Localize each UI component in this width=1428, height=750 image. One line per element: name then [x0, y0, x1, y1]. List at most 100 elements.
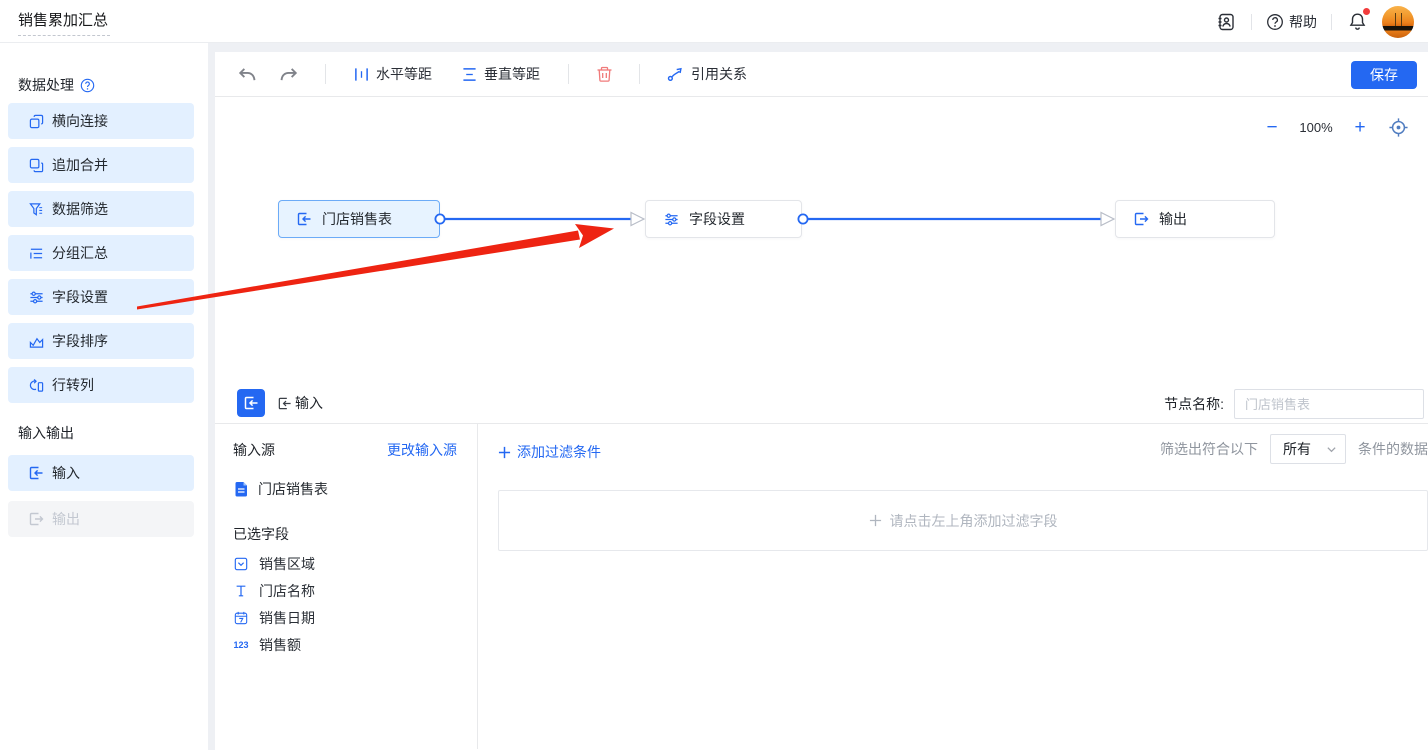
help-label: 帮助: [1289, 12, 1317, 32]
locate-button[interactable]: [1386, 115, 1410, 139]
sidebar-item-input[interactable]: 输入: [8, 455, 194, 491]
sidebar-item-group-summary[interactable]: 分组汇总: [8, 235, 194, 271]
filter-panel: 添加过滤条件 筛选出符合以下 所有 条件的数据 请点击左上角添加过滤字段: [478, 424, 1428, 749]
redo-button[interactable]: [280, 66, 299, 83]
flow-node-input-source[interactable]: 门店销售表: [278, 200, 440, 238]
save-button[interactable]: 保存: [1351, 61, 1417, 89]
sidebar-item-label: 输出: [52, 509, 80, 529]
sidebar-item-label: 数据筛选: [52, 199, 108, 219]
text-field-icon: [233, 584, 249, 598]
chevron-down-icon: [1326, 444, 1337, 455]
number-field-icon: 123: [233, 638, 249, 652]
field-row-sales-amount[interactable]: 123 销售额: [233, 638, 457, 652]
flow-node-field-settings[interactable]: 字段设置: [645, 200, 802, 238]
sidebar-item-label: 字段设置: [52, 287, 108, 307]
divider: [1331, 14, 1332, 30]
filter-icon: [28, 201, 44, 217]
filter-prefix: 筛选出符合以下: [1160, 439, 1258, 459]
filter-empty-area[interactable]: 请点击左上角添加过滤字段: [498, 490, 1428, 551]
sidebar-section-io: 输入输出: [18, 423, 208, 443]
add-filter-label: 添加过滤条件: [517, 442, 601, 462]
add-filter-button[interactable]: 添加过滤条件: [498, 442, 601, 462]
flow-node-label: 门店销售表: [322, 209, 392, 229]
sidebar-item-field-settings[interactable]: 字段设置: [8, 279, 194, 315]
reference-icon: [667, 66, 684, 82]
group-icon: [28, 245, 44, 261]
source-item-label: 门店销售表: [258, 479, 328, 499]
divider: [568, 64, 569, 84]
sidebar-item-label: 行转列: [52, 375, 94, 395]
import-icon: [277, 396, 292, 411]
import-icon: [243, 395, 259, 411]
undo-icon: [237, 66, 256, 83]
sidebar-item-output: 输出: [8, 501, 194, 537]
main-panel: 水平等距 垂直等距 引用关系 保存 − 100%: [215, 52, 1428, 750]
import-icon: [28, 465, 44, 481]
source-item[interactable]: 门店销售表: [233, 479, 457, 499]
reference-relation-button[interactable]: 引用关系: [667, 64, 747, 84]
tool-label: 引用关系: [691, 64, 747, 84]
sidebar-item-row-to-column[interactable]: 行转列: [8, 367, 194, 403]
notification-bell-icon[interactable]: [1346, 11, 1368, 33]
node-name-input[interactable]: [1234, 389, 1424, 419]
filter-mode-value: 所有: [1283, 439, 1311, 459]
sidebar-item-label: 追加合并: [52, 155, 108, 175]
section-title: 数据处理: [18, 75, 74, 95]
change-source-link[interactable]: 更改输入源: [387, 440, 457, 460]
document-icon: [233, 481, 249, 497]
vertical-distribute-button[interactable]: 垂直等距: [462, 64, 540, 84]
field-row-sales-date[interactable]: 销售日期: [233, 611, 457, 625]
page-title[interactable]: 销售累加汇总: [18, 7, 110, 36]
sidebar-item-append-merge[interactable]: 追加合并: [8, 147, 194, 183]
flow-node-output[interactable]: 输出: [1115, 200, 1275, 238]
selected-fields-title: 已选字段: [233, 524, 457, 544]
help-icon: [1266, 13, 1284, 31]
question-circle-icon[interactable]: [80, 78, 95, 93]
sliders-icon: [28, 289, 44, 305]
tool-label: 水平等距: [376, 64, 432, 84]
divider: [325, 64, 326, 84]
avatar[interactable]: [1382, 6, 1414, 38]
field-row-sales-region[interactable]: 销售区域: [233, 557, 457, 571]
plus-icon: [869, 514, 882, 527]
filter-suffix: 条件的数据: [1358, 439, 1428, 459]
sidebar-item-horizontal-join[interactable]: 横向连接: [8, 103, 194, 139]
tool-label: 垂直等距: [484, 64, 540, 84]
flow-node-label: 输出: [1159, 209, 1187, 229]
flow-canvas[interactable]: − 100% + 门店销售表: [215, 97, 1428, 383]
transpose-icon: [28, 377, 44, 393]
sidebar-item-label: 横向连接: [52, 111, 108, 131]
help-button[interactable]: 帮助: [1266, 12, 1317, 32]
zoom-controls: − 100% +: [1260, 115, 1410, 139]
notification-dot: [1363, 8, 1370, 15]
field-label: 销售日期: [259, 608, 315, 628]
sidebar-item-data-filter[interactable]: 数据筛选: [8, 191, 194, 227]
field-label: 销售额: [259, 635, 301, 655]
input-source-panel: 输入源 更改输入源 门店销售表 已选字段 销售区域: [215, 424, 478, 749]
node-config-header: 输入 节点名称:: [215, 383, 1428, 424]
address-book-icon[interactable]: [1215, 11, 1237, 33]
join-icon: [28, 113, 44, 129]
sidebar-item-label: 分组汇总: [52, 243, 108, 263]
sort-icon: [28, 333, 44, 349]
sidebar-section-data-processing: 数据处理: [18, 75, 208, 95]
sidebar: 数据处理 横向连接 追加合并 数据筛选 分组汇总: [0, 43, 208, 750]
divider: [639, 64, 640, 84]
source-title: 输入源: [233, 440, 275, 460]
crosshair-icon: [1388, 117, 1409, 138]
input-tab-badge[interactable]: [237, 389, 265, 417]
zoom-in-button[interactable]: +: [1348, 115, 1372, 139]
input-tab-label: 输入: [295, 393, 323, 413]
node-config-body: 输入源 更改输入源 门店销售表 已选字段 销售区域: [215, 424, 1428, 749]
filter-mode-select[interactable]: 所有: [1270, 434, 1346, 464]
zoom-out-button[interactable]: −: [1260, 115, 1284, 139]
trash-icon: [596, 66, 613, 83]
select-field-icon: [233, 557, 249, 571]
topbar-actions: 帮助: [1215, 0, 1414, 43]
undo-button[interactable]: [237, 66, 256, 83]
horizontal-distribute-button[interactable]: 水平等距: [354, 64, 432, 84]
input-tab[interactable]: 输入: [277, 393, 323, 413]
delete-button[interactable]: [596, 66, 613, 83]
field-row-store-name[interactable]: 门店名称: [233, 584, 457, 598]
sidebar-item-field-sort[interactable]: 字段排序: [8, 323, 194, 359]
